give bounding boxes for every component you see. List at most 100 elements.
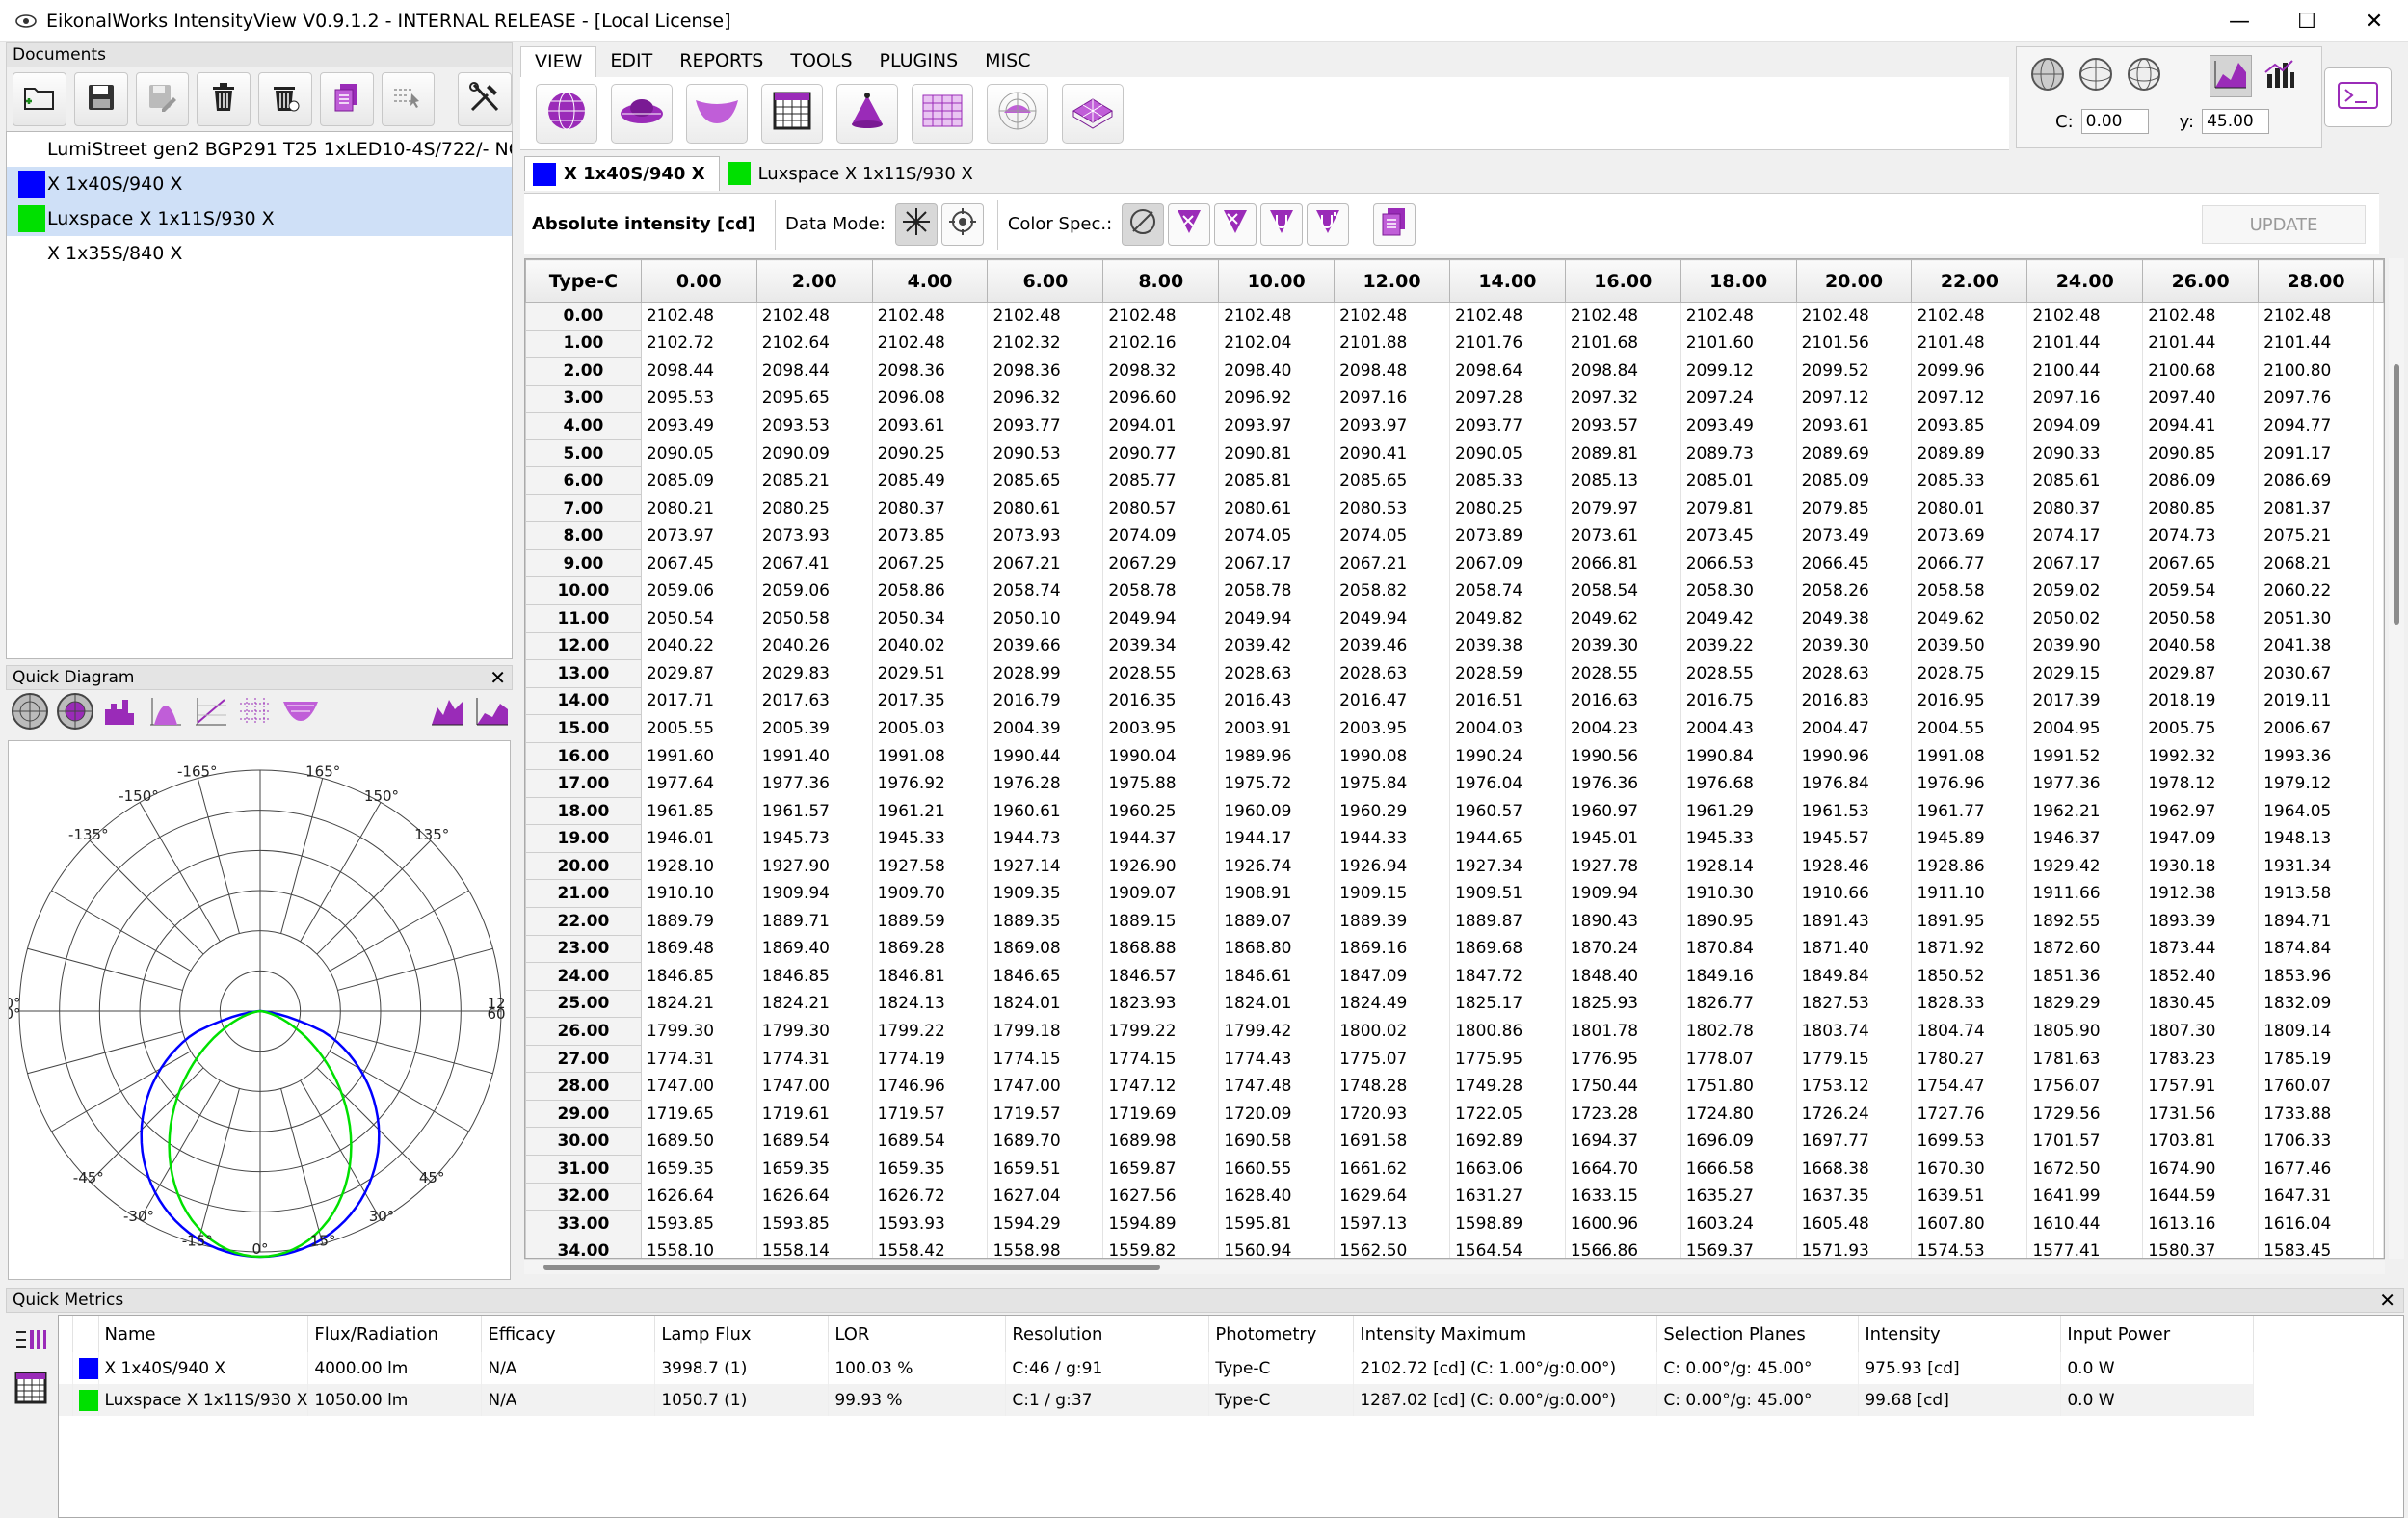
intensity-cell[interactable]: 1824.21 (756, 990, 873, 1018)
intensity-cell[interactable]: 2074.09 (1102, 521, 1220, 550)
intensity-cell[interactable]: 1944.37 (1102, 824, 1220, 853)
intensity-cell[interactable]: 2028.63 (1218, 659, 1336, 688)
intensity-cell[interactable]: 1706.33 (2258, 1127, 2374, 1156)
intensity-cell[interactable]: 1750.44 (1565, 1072, 1681, 1101)
intensity-cell[interactable]: 1799.42 (1218, 1017, 1336, 1046)
gamma-row-header[interactable]: 0.00 (525, 302, 642, 331)
intensity-cell[interactable]: 2093.77 (987, 412, 1104, 440)
intensity-cell[interactable]: 2039.22 (1680, 632, 1797, 660)
intensity-cell[interactable]: 2016.75 (1680, 687, 1797, 715)
intensity-cell[interactable]: 2095.53 (641, 385, 757, 413)
intensity-cell[interactable]: 2093.97 (1218, 412, 1336, 440)
intensity-cell[interactable]: 1663.06 (1449, 1155, 1566, 1183)
gamma-row-header[interactable]: 8.00 (525, 521, 642, 550)
intensity-cell[interactable]: 1558.42 (872, 1238, 989, 1258)
intensity-cell[interactable]: 1727.76 (1911, 1100, 2028, 1128)
intensity-cell[interactable]: 1991.52 (2026, 742, 2144, 770)
intensity-cell[interactable]: 1756.07 (2026, 1072, 2144, 1101)
intensity-cell[interactable]: 1774.43 (1218, 1045, 1336, 1073)
intensity-cell[interactable]: 1747.00 (987, 1072, 1104, 1101)
line-plot-button[interactable] (190, 692, 231, 734)
intensity-cell[interactable]: 2080.57 (1102, 494, 1220, 522)
intensity-cell[interactable]: 2090.05 (641, 439, 757, 467)
intensity-cell[interactable]: 1945.57 (1796, 824, 1913, 853)
intensity-cell[interactable]: 1800.86 (1449, 1017, 1566, 1046)
intensity-cell[interactable]: 1664.70 (1565, 1155, 1681, 1183)
intensity-cell[interactable]: 1869.28 (872, 935, 989, 963)
intensity-cell[interactable]: 2101.48 (1911, 330, 2028, 358)
intensity-cell[interactable]: 1978.12 (2142, 769, 2260, 798)
intensity-cell[interactable]: 1799.22 (1102, 1017, 1220, 1046)
intensity-cell[interactable]: 2079.81 (1680, 494, 1797, 522)
intensity-cell[interactable]: 2004.43 (1680, 714, 1797, 743)
intensity-cell[interactable]: 2004.39 (987, 714, 1104, 743)
intensity-cell[interactable]: 2099.52 (1796, 357, 1913, 386)
intensity-cell[interactable]: 1558.10 (641, 1238, 757, 1258)
intensity-cell[interactable]: 2067.17 (1218, 549, 1336, 577)
intensity-cell[interactable]: 2080.37 (872, 494, 989, 522)
intensity-cell[interactable]: 2095.65 (756, 385, 873, 413)
intensity-cell[interactable]: 2074.17 (2026, 521, 2144, 550)
intensity-cell[interactable]: 2101.60 (1680, 330, 1797, 358)
intensity-cell[interactable]: 2093.53 (756, 412, 873, 440)
area-chart2-button[interactable] (471, 692, 513, 734)
gamma-row-header[interactable]: 1.00 (525, 329, 642, 359)
horizontal-scrollbar[interactable] (524, 1259, 2385, 1274)
intensity-cell[interactable]: 1689.50 (641, 1127, 757, 1156)
intensity-cell[interactable]: 1927.34 (1449, 852, 1566, 880)
intensity-cell[interactable]: 1691.58 (1334, 1127, 1450, 1156)
gamma-row-header[interactable]: 19.00 (525, 824, 642, 853)
delete-button[interactable] (197, 72, 251, 126)
intensity-cell[interactable]: 2028.63 (1334, 659, 1450, 688)
intensity-cell[interactable]: 2029.83 (756, 659, 873, 688)
open-folder-button[interactable] (13, 72, 66, 126)
area-series-button[interactable] (2210, 55, 2252, 97)
intensity-cell[interactable]: 2075.21 (2258, 521, 2374, 550)
intensity-cell[interactable]: 1927.14 (987, 852, 1104, 880)
intensity-cell[interactable]: 2098.36 (987, 357, 1104, 386)
intensity-cell[interactable]: 1647.31 (2258, 1183, 2374, 1211)
intensity-cell[interactable]: 1598.89 (1449, 1210, 1566, 1238)
intensity-cell[interactable]: 2096.08 (872, 385, 989, 413)
c-plane-column-header[interactable]: 22.00 (1911, 259, 2028, 303)
intensity-cell[interactable]: 2080.53 (1334, 494, 1450, 522)
intensity-cell[interactable]: 2094.01 (1102, 412, 1220, 440)
intensity-cell[interactable]: 2098.48 (1334, 357, 1450, 386)
intensity-cell[interactable]: 1571.93 (1796, 1238, 1913, 1258)
gamma-row-header[interactable]: 10.00 (525, 576, 642, 606)
intensity-cell[interactable]: 2100.44 (2026, 357, 2144, 386)
intensity-cell[interactable]: 2079.85 (1796, 494, 1913, 522)
intensity-cell[interactable]: 1779.15 (1796, 1045, 1913, 1073)
close-quick-metrics-button[interactable]: ✕ (2379, 1289, 2395, 1312)
intensity-cell[interactable]: 1605.48 (1796, 1210, 1913, 1238)
intensity-cell[interactable]: 2050.54 (641, 604, 757, 633)
intensity-cell[interactable]: 1825.17 (1449, 990, 1566, 1018)
gamma-row-header[interactable]: 21.00 (525, 879, 642, 909)
intensity-cell[interactable]: 2080.25 (1449, 494, 1566, 522)
intensity-cell[interactable]: 2039.90 (2026, 632, 2144, 660)
intensity-cell[interactable]: 1846.65 (987, 962, 1104, 991)
intensity-cell[interactable]: 1929.42 (2026, 852, 2144, 880)
intensity-cell[interactable]: 2041.38 (2258, 632, 2374, 660)
intensity-cell[interactable]: 1824.01 (987, 990, 1104, 1018)
intensity-cell[interactable]: 2019.11 (2258, 687, 2374, 715)
metrics-column-header[interactable]: Name (98, 1316, 309, 1352)
intensity-cell[interactable]: 1729.56 (2026, 1100, 2144, 1128)
intensity-cell[interactable]: 2060.22 (2258, 576, 2374, 605)
intensity-cell[interactable]: 1873.44 (2142, 935, 2260, 963)
intensity-cell[interactable]: 1577.41 (2026, 1238, 2144, 1258)
intensity-cell[interactable]: 2085.13 (1565, 466, 1681, 495)
intensity-cell[interactable]: 2005.39 (756, 714, 873, 743)
intensity-cell[interactable]: 1802.78 (1680, 1017, 1797, 1046)
metrics-column-header[interactable]: Flux/Radiation (307, 1316, 483, 1352)
intensity-cell[interactable]: 1774.15 (987, 1045, 1104, 1073)
intensity-cell[interactable]: 1594.89 (1102, 1210, 1220, 1238)
tab-reports[interactable]: REPORTS (666, 46, 777, 77)
intensity-cell[interactable]: 2080.61 (1218, 494, 1336, 522)
intensity-cell[interactable]: 1848.40 (1565, 962, 1681, 991)
intensity-cell[interactable]: 1628.40 (1218, 1183, 1336, 1211)
intensity-cell[interactable]: 1961.53 (1796, 797, 1913, 825)
intensity-cell[interactable]: 2066.77 (1911, 549, 2028, 577)
intensity-cell[interactable]: 1661.62 (1334, 1155, 1450, 1183)
intensity-cell[interactable]: 1991.60 (641, 742, 757, 770)
